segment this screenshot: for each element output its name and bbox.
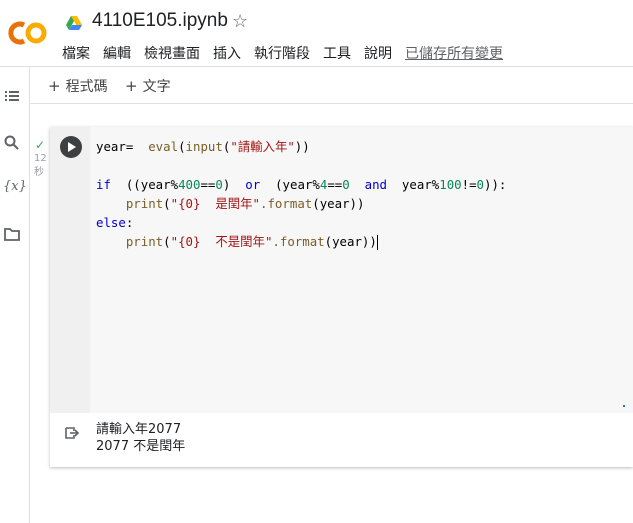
star-outline-icon[interactable]: ☆ <box>232 11 248 32</box>
plus-icon: + <box>48 77 61 95</box>
code-line[interactable]: print("{0} 不是閏年".format(year)) <box>96 234 377 249</box>
cell-output: 請輸入年2077 2077 不是閏年 <box>50 413 633 467</box>
menu-view[interactable]: 檢視畫面 <box>144 43 200 63</box>
add-code-label: 程式碼 <box>65 79 108 95</box>
left-sidebar: {x} <box>0 67 30 523</box>
cell-gutter <box>50 127 90 413</box>
menu-bar: 檔案 編輯 檢視畫面 插入 執行階段 工具 說明 已儲存所有變更 <box>62 43 516 63</box>
execution-success-icon: ✓ <box>35 138 46 152</box>
colab-logo[interactable] <box>8 19 48 47</box>
folder-icon[interactable] <box>3 225 21 243</box>
run-cell-button[interactable] <box>60 136 82 158</box>
execution-time-line: 秒 <box>34 167 44 178</box>
variables-icon[interactable]: {x} <box>3 179 27 197</box>
code-line[interactable]: if ((year%400==0) or (year%4==0 and year… <box>96 177 506 192</box>
notebook-title[interactable]: 4110E105.ipynb <box>92 10 228 32</box>
cell-toolbar: + 程式碼 + 文字 <box>30 67 633 104</box>
top-bar: 4110E105.ipynb ☆ 檔案 編輯 檢視畫面 插入 執行階段 工具 說… <box>0 0 633 66</box>
saved-status-link[interactable]: 已儲存所有變更 <box>405 43 503 63</box>
code-line[interactable]: year= eval(input("請輸入年")) <box>96 139 310 154</box>
code-text[interactable]: year= eval(input("請輸入年")) if ((year%400=… <box>96 137 506 251</box>
output-text: 請輸入年2077 2077 不是閏年 <box>96 422 186 454</box>
menu-help[interactable]: 說明 <box>364 43 392 63</box>
menu-file[interactable]: 檔案 <box>62 43 90 63</box>
menu-tools[interactable]: 工具 <box>323 43 351 63</box>
add-code-button[interactable]: + 程式碼 <box>48 76 108 96</box>
menu-insert[interactable]: 插入 <box>213 43 241 63</box>
code-line[interactable]: else: <box>96 215 133 230</box>
output-clear-icon[interactable] <box>64 425 80 441</box>
search-icon[interactable] <box>3 134 21 152</box>
editor-marker <box>623 405 625 407</box>
execution-time: 12 秒 <box>34 152 48 180</box>
code-line[interactable]: print("{0} 是閏年".format(year)) <box>96 196 365 211</box>
menu-runtime[interactable]: 執行階段 <box>254 43 310 63</box>
menu-edit[interactable]: 編輯 <box>103 43 131 63</box>
add-text-label: 文字 <box>142 79 171 95</box>
table-of-contents-icon[interactable] <box>3 87 21 105</box>
plus-icon: + <box>125 77 138 95</box>
add-text-button[interactable]: + 文字 <box>125 76 171 96</box>
code-editor[interactable]: year= eval(input("請輸入年")) if ((year%400=… <box>90 127 633 413</box>
google-drive-icon[interactable] <box>66 15 82 30</box>
execution-time-line: 12 <box>34 153 47 164</box>
code-cell[interactable]: year= eval(input("請輸入年")) if ((year%400=… <box>50 127 633 467</box>
text-cursor <box>376 235 378 250</box>
